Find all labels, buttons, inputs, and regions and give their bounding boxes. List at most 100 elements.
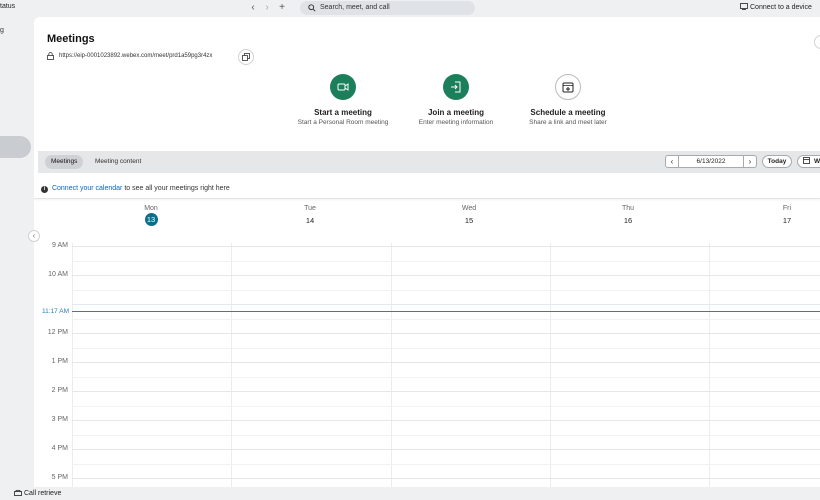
day-header[interactable]: Tue 14 — [290, 205, 330, 227]
half-hour-gridline — [72, 318, 820, 320]
tab-meetings[interactable]: Meetings — [45, 155, 84, 169]
day-name: Wed — [461, 205, 477, 212]
tab-meeting-content[interactable]: Meeting content — [89, 155, 147, 169]
hour-label: 9 AM — [52, 242, 68, 249]
hour-label: 4 PM — [51, 445, 68, 452]
half-hour-gridline — [72, 376, 820, 378]
half-hour-gridline — [72, 347, 820, 349]
call-retrieve-icon — [14, 489, 22, 496]
day-number: 17 — [782, 216, 792, 225]
start-meeting-action[interactable]: Start a meeting Start a Personal Room me… — [278, 74, 408, 126]
half-hour-gridline — [72, 405, 820, 407]
status-label[interactable]: tatus — [0, 3, 15, 10]
settings-button[interactable] — [814, 35, 820, 49]
nav-item-partial[interactable]: g — [0, 27, 4, 34]
hour-gridline — [72, 333, 820, 334]
schedule-meeting-subtitle: Share a link and meet later — [529, 119, 607, 126]
previous-week-button[interactable]: ‹ — [665, 155, 679, 168]
day-header[interactable]: Wed 15 — [449, 205, 489, 227]
today-date-badge: 13 — [144, 213, 158, 226]
day-number: 15 — [464, 216, 474, 225]
join-meeting-title: Join a meeting — [427, 108, 484, 117]
search-icon — [308, 4, 316, 12]
page-title: Meetings — [47, 33, 95, 45]
connect-device-label: Connect to a device — [750, 4, 812, 11]
plus-icon[interactable]: + — [276, 2, 288, 14]
back-icon[interactable]: ‹ — [247, 2, 259, 14]
view-selector-label: W — [814, 158, 820, 165]
video-icon — [337, 83, 349, 91]
join-meeting-subtitle: Enter meeting information — [418, 119, 494, 126]
hour-gridline — [72, 391, 820, 392]
start-meeting-subtitle: Start a Personal Room meeting — [297, 119, 389, 126]
left-nav: g — [0, 17, 34, 500]
day-name: Fri — [782, 205, 792, 212]
call-retrieve-label: Call retrieve — [24, 490, 62, 497]
calendar-view-icon — [803, 157, 810, 164]
view-selector[interactable]: W — [797, 155, 820, 168]
next-week-button[interactable]: › — [743, 155, 757, 168]
hour-gridline — [72, 246, 820, 247]
current-time-label: 11:17 AM — [42, 308, 69, 315]
start-meeting-title: Start a meeting — [314, 108, 372, 117]
collapse-sidebar-icon[interactable]: ‹ — [28, 230, 40, 242]
day-number: 16 — [623, 216, 633, 225]
day-name: Mon — [144, 205, 158, 212]
current-time-line — [72, 311, 820, 312]
join-icon — [451, 81, 461, 93]
day-column-divider — [231, 243, 232, 487]
hour-gridline — [72, 478, 820, 479]
hour-gridline — [72, 449, 820, 450]
notice-text: to see all your meetings right here — [122, 185, 230, 192]
date-picker[interactable]: 6/13/2022 — [679, 155, 743, 168]
hour-gridline — [72, 275, 820, 276]
day-column-divider — [391, 243, 392, 487]
half-hour-gridline — [72, 289, 820, 291]
copy-icon — [242, 53, 250, 61]
copy-url-button[interactable] — [238, 49, 254, 65]
half-hour-gridline — [72, 434, 820, 436]
hour-label: 12 PM — [47, 329, 68, 336]
call-retrieve-button[interactable]: Call retrieve — [14, 489, 61, 497]
day-number: 14 — [305, 216, 315, 225]
join-meeting-action[interactable]: Join a meeting Enter meeting information — [391, 74, 521, 126]
schedule-meeting-action[interactable]: Schedule a meeting Share a link and meet… — [503, 74, 633, 126]
day-header[interactable]: Mon 13 — [131, 205, 171, 226]
hour-gridline — [72, 420, 820, 421]
webex-app: tatus ‹ › + Search, meet, and call Conne… — [0, 0, 820, 500]
meetings-tab-bar: Meetings Meeting content ‹ 6/13/2022 › T… — [38, 151, 820, 173]
day-header[interactable]: Fri 17 — [767, 205, 807, 227]
schedule-meeting-button[interactable] — [555, 74, 581, 100]
hour-label: 3 PM — [51, 416, 68, 423]
meeting-url[interactable]: https://eip-0001023892.webex.com/meet/pr… — [59, 53, 212, 59]
day-name: Tue — [304, 205, 316, 212]
lock-icon — [47, 52, 54, 60]
hour-label: 5 PM — [51, 474, 68, 481]
hour-label: 2 PM — [51, 387, 68, 394]
calendar-add-icon — [562, 82, 574, 93]
calendar-notice: i Connect your calendar to see all your … — [34, 178, 820, 199]
today-button[interactable]: Today — [762, 155, 792, 168]
join-meeting-button[interactable] — [443, 74, 469, 100]
hour-label: 1 PM — [51, 358, 68, 365]
nav-item-meetings-selected[interactable] — [0, 136, 31, 158]
hour-gridline — [72, 304, 820, 305]
connect-calendar-link[interactable]: Connect your calendar — [52, 185, 122, 192]
device-icon — [740, 3, 748, 10]
day-header[interactable]: Thu 16 — [608, 205, 648, 227]
day-column-divider — [550, 243, 551, 487]
start-meeting-button[interactable] — [330, 74, 356, 100]
day-column-divider — [72, 243, 73, 487]
search-input[interactable]: Search, meet, and call — [300, 1, 475, 15]
half-hour-gridline — [72, 463, 820, 465]
day-column-divider — [709, 243, 710, 487]
search-placeholder: Search, meet, and call — [320, 4, 390, 11]
schedule-meeting-title: Schedule a meeting — [530, 108, 606, 117]
connect-device-button[interactable]: Connect to a device — [740, 3, 812, 11]
meetings-panel: Meetings https://eip-0001023892.webex.co… — [34, 17, 820, 487]
day-name: Thu — [621, 205, 635, 212]
forward-icon[interactable]: › — [261, 2, 273, 14]
hour-gridline — [72, 362, 820, 363]
top-bar: tatus ‹ › + Search, meet, and call Conne… — [0, 0, 820, 17]
hour-label: 10 AM — [48, 271, 68, 278]
